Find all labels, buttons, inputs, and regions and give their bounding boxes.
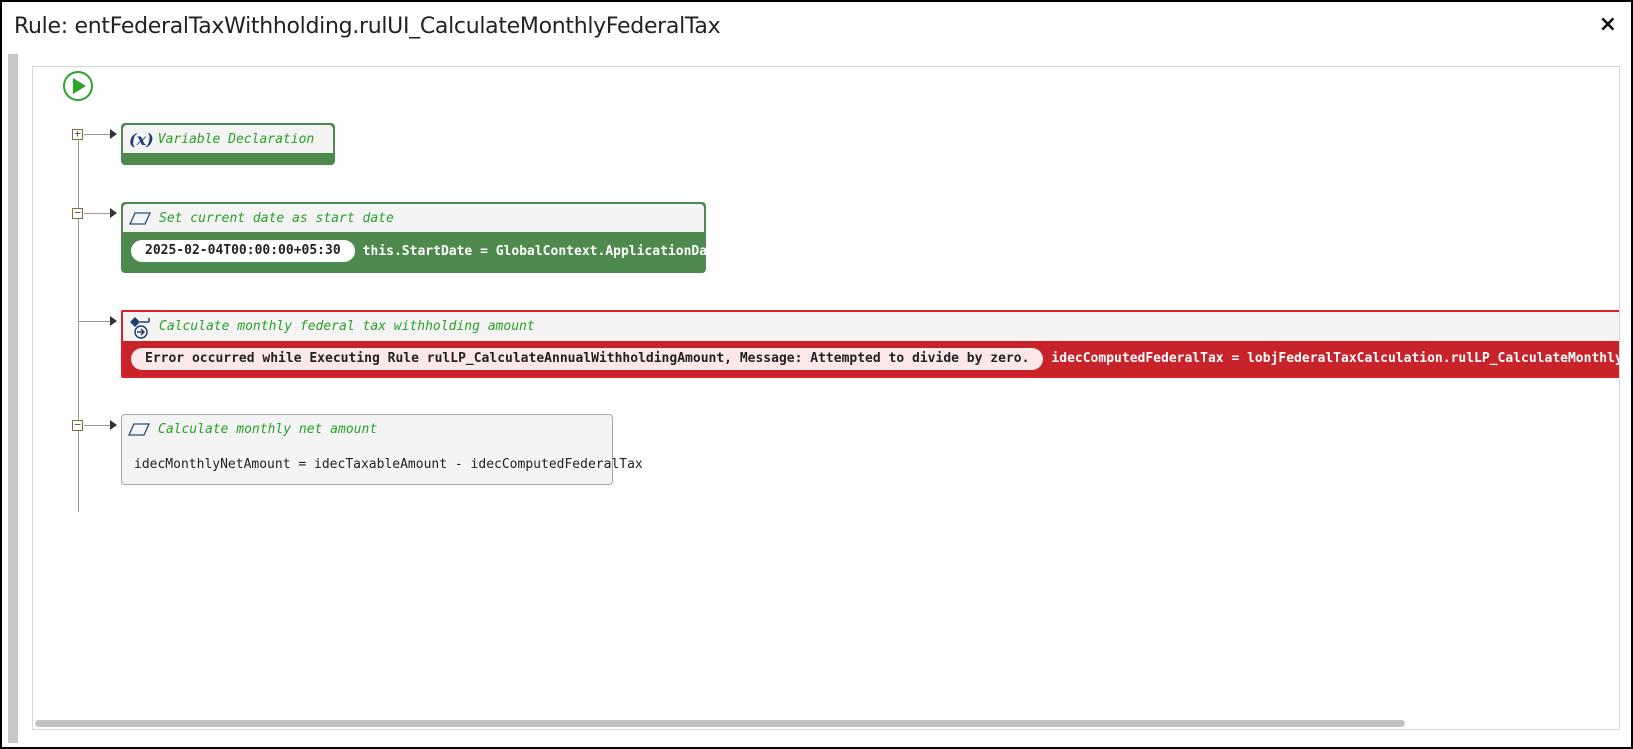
node-calc-federal-tax[interactable]: Calculate monthly federal tax withholdin… <box>121 310 1619 378</box>
parallelogram-icon <box>129 211 151 225</box>
arrow-right-icon <box>110 208 117 218</box>
node-set-start-date[interactable]: Set current date as start date 2025-02-0… <box>121 202 723 273</box>
collapse-toggle[interactable]: − <box>72 419 83 431</box>
node-title: Set current date as start date <box>159 210 394 226</box>
method-call-icon <box>130 316 150 339</box>
error-message-pill: Error occurred while Executing Rule rulL… <box>131 347 1044 370</box>
rule-dialog: Rule: entFederalTaxWithholding.rulUI_Cal… <box>0 0 1633 749</box>
connector <box>84 213 110 214</box>
dialog-title: Rule: entFederalTaxWithholding.rulUI_Cal… <box>14 14 721 39</box>
node-variable-declaration[interactable]: (x) Variable Declaration <box>121 123 335 165</box>
result-value-pill: 2025-02-04T00:00:00+05:30 <box>131 240 355 262</box>
parallelogram-icon <box>128 423 150 436</box>
expand-toggle[interactable]: + <box>72 128 83 140</box>
connector <box>78 321 110 322</box>
node-header: Set current date as start date <box>123 204 704 232</box>
node-title: Variable Declaration <box>157 131 315 147</box>
horizontal-scrollbar-thumb[interactable] <box>35 720 1405 727</box>
node-title: Calculate monthly net amount <box>158 422 378 437</box>
node-title: Calculate monthly federal tax withholdin… <box>159 319 535 334</box>
node-header: (x) Variable Declaration <box>123 125 333 153</box>
node-calc-net-amount[interactable]: Calculate monthly net amount idecMonthly… <box>121 414 643 485</box>
start-play-button[interactable] <box>63 71 93 101</box>
node-expression: idecMonthlyNetAmount = idecTaxableAmount… <box>134 456 643 472</box>
node-expression: idecComputedFederalTax = lobjFederalTaxC… <box>1051 351 1619 366</box>
connector <box>84 134 110 135</box>
arrow-right-icon <box>110 316 117 326</box>
variable-x-icon: (x) <box>129 129 154 149</box>
collapse-toggle[interactable]: − <box>72 207 83 219</box>
node-header: Calculate monthly net amount <box>122 415 612 444</box>
node-expression: this.StartDate = GlobalContext.Applicati… <box>362 243 723 259</box>
close-icon[interactable]: × <box>1599 12 1617 37</box>
arrow-right-icon <box>110 420 117 430</box>
node-body: Error occurred while Executing Rule rulL… <box>123 341 1619 376</box>
play-icon <box>73 78 86 94</box>
left-scrollbar[interactable] <box>8 54 18 743</box>
node-header: Calculate monthly federal tax withholdin… <box>123 312 1619 341</box>
node-body: 2025-02-04T00:00:00+05:30 this.StartDate… <box>123 232 723 270</box>
node-body: idecMonthlyNetAmount = idecTaxableAmount… <box>122 444 643 484</box>
rule-flow-canvas: + (x) Variable Declaration − Set current… <box>32 66 1620 730</box>
flow-connector-line <box>78 139 79 512</box>
connector <box>84 425 110 426</box>
arrow-right-icon <box>110 129 117 139</box>
